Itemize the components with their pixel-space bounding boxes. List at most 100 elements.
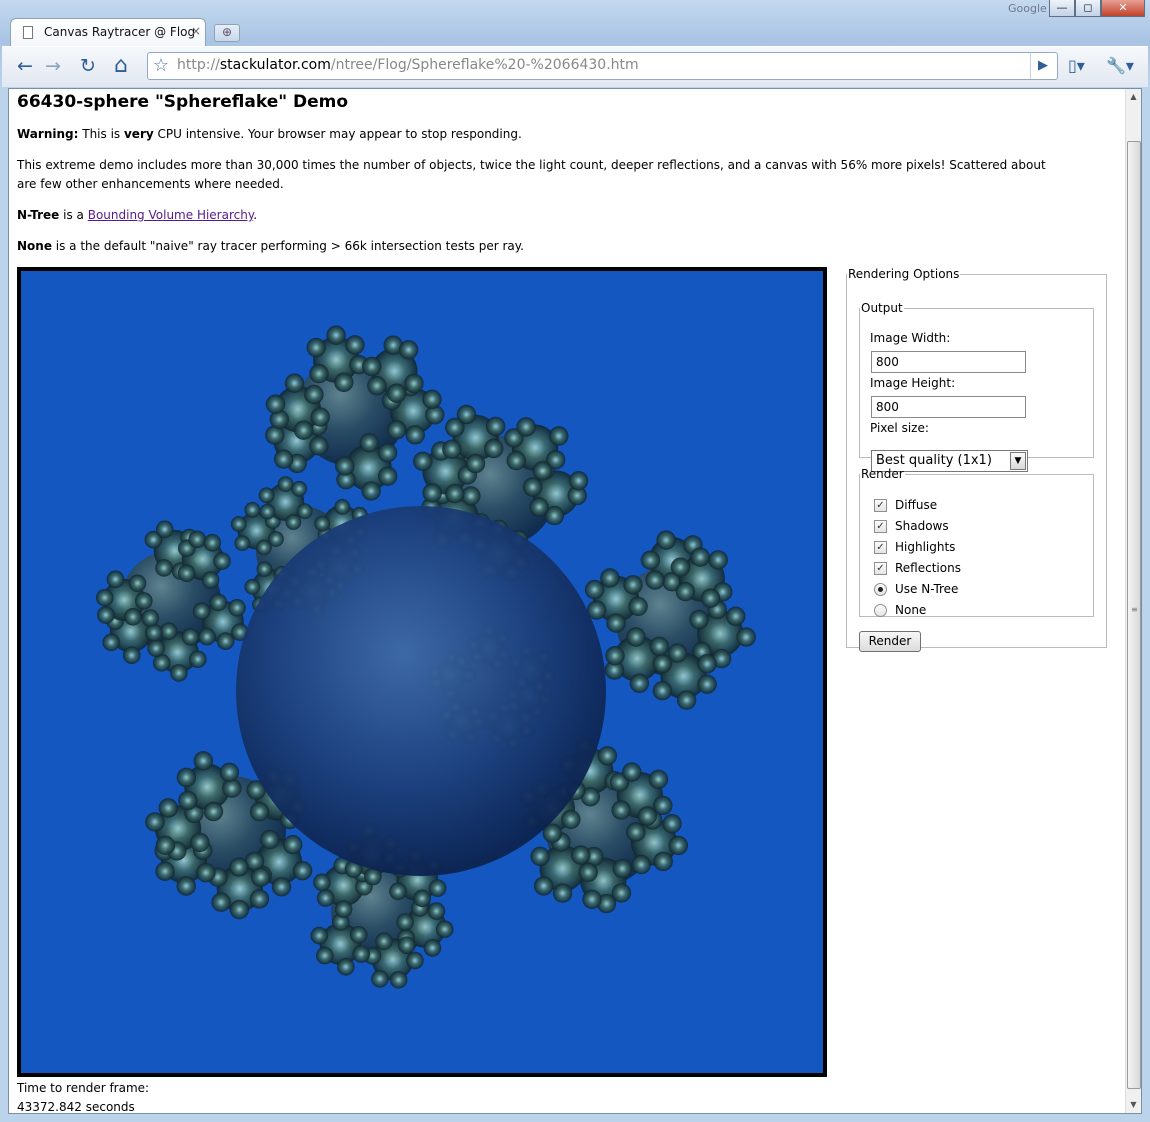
sphere: [389, 971, 408, 989]
scroll-down-icon[interactable]: ▼: [1126, 1097, 1141, 1113]
sphere: [249, 802, 270, 822]
sphere: [561, 809, 581, 830]
bookmark-star-icon[interactable]: ☆: [150, 55, 172, 76]
sphere: [626, 627, 646, 647]
sphere: [406, 951, 424, 970]
minimize-button[interactable]: —: [1049, 0, 1075, 17]
sphere: [155, 559, 173, 577]
sphere: [697, 674, 717, 694]
rendering-options-panel: Rendering Options Output Image Width: Im…: [846, 267, 1107, 652]
sphere: [423, 939, 442, 957]
shadows-checkbox[interactable]: ✓: [874, 520, 887, 533]
sphere: [623, 575, 643, 595]
image-height-input[interactable]: [871, 396, 1026, 418]
sphere: [386, 383, 407, 403]
new-tab-button[interactable]: ⊕: [214, 24, 240, 42]
sphere: [190, 832, 210, 853]
sphere: [147, 639, 165, 657]
forward-button[interactable]: →: [42, 55, 64, 77]
image-width-label: Image Width:: [870, 331, 951, 345]
shadows-label: Shadows: [895, 519, 949, 533]
ntree-end: .: [253, 208, 258, 222]
sphere: [597, 746, 618, 766]
sphere: [656, 530, 676, 550]
browser-tab[interactable]: Canvas Raytracer @ Flog ×: [10, 18, 206, 46]
sphere: [211, 892, 231, 912]
sphere: [256, 561, 273, 577]
sphere: [293, 420, 314, 440]
sphere: [506, 450, 526, 471]
sphere: [181, 627, 200, 646]
sphere: [201, 571, 220, 589]
scroll-grip-icon: ≡: [1131, 605, 1138, 614]
image-width-input[interactable]: [871, 351, 1026, 373]
sphere: [135, 592, 153, 610]
warning-text-1: This is: [78, 127, 124, 141]
ntree-paragraph: N-Tree is a Bounding Volume Hierarchy.: [17, 206, 257, 225]
reload-button[interactable]: ↻: [77, 55, 99, 77]
sphere: [405, 425, 425, 445]
tab-close-icon[interactable]: ×: [191, 24, 201, 38]
warning-paragraph: Warning: This is very CPU intensive. You…: [17, 125, 522, 144]
none-radio[interactable]: [874, 604, 887, 617]
sphere: [484, 438, 504, 459]
sphere: [628, 596, 648, 616]
sphere: [314, 515, 331, 532]
render-button[interactable]: Render: [859, 631, 921, 652]
sphere: [155, 861, 175, 881]
url-text[interactable]: http://stackulator.com/ntree/Flog/Sphere…: [177, 57, 639, 73]
none-text: is a the default "naive" ray tracer perf…: [51, 239, 524, 253]
close-window-button[interactable]: ✕: [1101, 0, 1145, 17]
home-button[interactable]: ⌂: [110, 55, 132, 77]
sphere: [516, 417, 536, 437]
sphere: [389, 882, 407, 901]
warning-text-2: CPU intensive. Your browser may appear t…: [153, 127, 522, 141]
address-bar[interactable]: ☆ http://stackulator.com/ntree/Flog/Sphe…: [147, 52, 1058, 80]
sphere: [122, 646, 141, 664]
sphere: [271, 877, 292, 897]
render-legend: Render: [861, 467, 904, 481]
sphere: [106, 570, 125, 589]
render-time: Time to render frame: 43372.842 seconds: [17, 1079, 149, 1113]
diffuse-checkbox[interactable]: ✓: [874, 499, 887, 512]
sphere: [736, 627, 756, 647]
sphere: [456, 404, 477, 425]
reflections-checkbox[interactable]: ✓: [874, 562, 887, 575]
sphere: [229, 857, 249, 877]
sphere: [700, 588, 721, 608]
page-menu-icon[interactable]: ▯▾: [1068, 56, 1085, 75]
use-ntree-radio[interactable]: [874, 583, 887, 596]
back-button[interactable]: ←: [14, 55, 36, 77]
sphere: [97, 606, 115, 624]
sphere: [396, 913, 414, 931]
sphere: [155, 835, 176, 855]
sphere: [413, 889, 432, 908]
go-icon[interactable]: ▶: [1030, 53, 1055, 79]
sphere: [178, 790, 198, 811]
sphere: [422, 389, 442, 409]
sphere: [606, 613, 626, 633]
sphere: [629, 673, 650, 693]
vertical-scrollbar[interactable]: ▲ ≡ ▼: [1125, 89, 1141, 1113]
scroll-thumb[interactable]: ≡: [1127, 141, 1141, 1089]
sphere: [648, 769, 669, 789]
sphere: [359, 433, 379, 453]
bvh-link[interactable]: Bounding Volume Hierarchy: [88, 208, 254, 222]
sphere: [582, 889, 602, 909]
highlights-checkbox[interactable]: ✓: [874, 541, 887, 554]
scroll-up-icon[interactable]: ▲: [1126, 89, 1141, 105]
sphere: [428, 879, 447, 897]
sphere: [128, 574, 147, 593]
tools-menu-icon[interactable]: 🔧▾: [1106, 56, 1134, 75]
sphere: [422, 483, 442, 503]
ntree-label: N-Tree: [17, 208, 60, 222]
sphere: [652, 654, 672, 674]
sphere: [196, 863, 216, 883]
sphere: [386, 420, 407, 440]
sphere: [375, 932, 393, 951]
sphere: [310, 926, 329, 945]
maximize-button[interactable]: ◻: [1075, 0, 1101, 17]
sphere: [155, 520, 174, 539]
sphere: [306, 337, 326, 358]
sphere: [726, 606, 746, 626]
